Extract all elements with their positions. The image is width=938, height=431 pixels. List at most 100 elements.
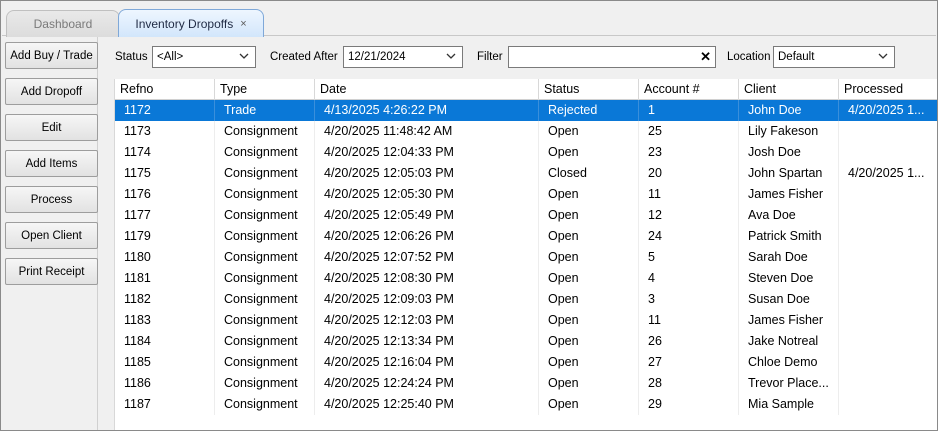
table-row[interactable]: 1180 Consignment 4/20/2025 12:07:52 PM Open… xyxy=(115,247,937,268)
tab-inventory-dropoffs[interactable]: Inventory Dropoffs × xyxy=(118,9,264,37)
app-window: Dashboard Inventory Dropoffs × Add Buy /… xyxy=(0,0,938,431)
table-row[interactable]: 1186 Consignment 4/20/2025 12:24:24 PM Open… xyxy=(115,373,937,394)
cell-status: Open xyxy=(539,268,639,289)
print-receipt-button[interactable]: Print Receipt xyxy=(5,258,98,285)
status-label: Status xyxy=(115,51,148,63)
cell-account: 20 xyxy=(639,163,739,184)
cell-processed xyxy=(839,142,937,163)
cell-account: 23 xyxy=(639,142,739,163)
cell-status: Open xyxy=(539,289,639,310)
cell-status: Open xyxy=(539,247,639,268)
add-dropoff-label: Add Dropoff xyxy=(20,85,83,98)
open-client-button[interactable]: Open Client xyxy=(5,222,98,249)
table-row[interactable]: 1174 Consignment 4/20/2025 12:04:33 PM Open… xyxy=(115,142,937,163)
print-receipt-label: Print Receipt xyxy=(18,265,85,278)
grid-header: Refno Type Date Status Account # Client … xyxy=(115,79,937,100)
add-buy-trade-button[interactable]: Add Buy / Trade xyxy=(5,42,98,69)
cell-refno: 1183 xyxy=(115,310,215,331)
table-row[interactable]: 1187 Consignment 4/20/2025 12:25:40 PM Open… xyxy=(115,394,937,415)
cell-status: Open xyxy=(539,394,639,415)
cell-account: 25 xyxy=(639,121,739,142)
created-after-label: Created After xyxy=(270,51,338,63)
cell-client: Patrick Smith xyxy=(739,226,839,247)
cell-refno: 1180 xyxy=(115,247,215,268)
table-row[interactable]: 1183 Consignment 4/20/2025 12:12:03 PM Open… xyxy=(115,310,937,331)
cell-processed xyxy=(839,310,937,331)
table-row[interactable]: 1182 Consignment 4/20/2025 12:09:03 PM Open… xyxy=(115,289,937,310)
cell-refno: 1175 xyxy=(115,163,215,184)
cell-refno: 1184 xyxy=(115,331,215,352)
cell-account: 4 xyxy=(639,268,739,289)
cell-date: 4/20/2025 12:08:30 PM xyxy=(315,268,539,289)
location-value: Default xyxy=(778,51,815,63)
column-header-refno[interactable]: Refno xyxy=(115,79,215,100)
table-row[interactable]: 1172 Trade 4/13/2025 4:26:22 PM Rejected 1 Jo… xyxy=(115,100,937,121)
column-header-date[interactable]: Date xyxy=(315,79,539,100)
add-items-label: Add Items xyxy=(25,157,78,170)
cell-account: 11 xyxy=(639,310,739,331)
created-after-date-picker[interactable]: 12/21/2024 xyxy=(343,46,463,68)
column-header-type[interactable]: Type xyxy=(215,79,315,100)
column-header-client[interactable]: Client xyxy=(739,79,839,100)
chevron-down-icon xyxy=(878,53,888,59)
tab-dashboard[interactable]: Dashboard xyxy=(6,10,120,37)
location-dropdown[interactable]: Default xyxy=(773,46,895,68)
process-button[interactable]: Process xyxy=(5,186,98,213)
cell-date: 4/20/2025 12:13:34 PM xyxy=(315,331,539,352)
cell-client: John Doe xyxy=(739,100,839,121)
cell-client: Josh Doe xyxy=(739,142,839,163)
cell-account: 5 xyxy=(639,247,739,268)
table-row[interactable]: 1176 Consignment 4/20/2025 12:05:30 PM Open… xyxy=(115,184,937,205)
cell-refno: 1177 xyxy=(115,205,215,226)
cell-date: 4/20/2025 11:48:42 AM xyxy=(315,121,539,142)
cell-date: 4/20/2025 12:16:04 PM xyxy=(315,352,539,373)
table-row[interactable]: 1179 Consignment 4/20/2025 12:06:26 PM Open… xyxy=(115,226,937,247)
cell-date: 4/20/2025 12:07:52 PM xyxy=(315,247,539,268)
cell-status: Open xyxy=(539,121,639,142)
edit-button[interactable]: Edit xyxy=(5,114,98,141)
cell-account: 27 xyxy=(639,352,739,373)
cell-type: Consignment xyxy=(215,289,315,310)
column-header-status[interactable]: Status xyxy=(539,79,639,100)
action-button-column: Add Buy / Trade Add Dropoff Edit Add Ite… xyxy=(2,37,98,430)
table-row[interactable]: 1185 Consignment 4/20/2025 12:16:04 PM Open… xyxy=(115,352,937,373)
filter-input[interactable]: ✕ xyxy=(508,46,716,68)
close-icon[interactable]: × xyxy=(240,18,246,30)
cell-client: James Fisher xyxy=(739,184,839,205)
cell-client: Trevor Place... xyxy=(739,373,839,394)
column-header-account[interactable]: Account # xyxy=(639,79,739,100)
add-items-button[interactable]: Add Items xyxy=(5,150,98,177)
filter-bar: Status <All> Created After 12/21/2024 Fi… xyxy=(99,37,937,77)
cell-refno: 1186 xyxy=(115,373,215,394)
tab-inventory-dropoffs-label: Inventory Dropoffs xyxy=(135,16,234,31)
cell-client: James Fisher xyxy=(739,310,839,331)
cell-client: Lily Fakeson xyxy=(739,121,839,142)
table-row[interactable]: 1184 Consignment 4/20/2025 12:13:34 PM Open… xyxy=(115,331,937,352)
table-row[interactable]: 1177 Consignment 4/20/2025 12:05:49 PM Open… xyxy=(115,205,937,226)
status-dropdown[interactable]: <All> xyxy=(152,46,256,68)
table-row[interactable]: 1181 Consignment 4/20/2025 12:08:30 PM Open… xyxy=(115,268,937,289)
cell-date: 4/20/2025 12:06:26 PM xyxy=(315,226,539,247)
clear-filter-icon[interactable]: ✕ xyxy=(700,49,711,65)
cell-client: Susan Doe xyxy=(739,289,839,310)
cell-type: Consignment xyxy=(215,163,315,184)
add-buy-trade-label: Add Buy / Trade xyxy=(10,49,93,62)
add-dropoff-button[interactable]: Add Dropoff xyxy=(5,78,98,105)
column-header-processed[interactable]: Processed xyxy=(839,79,937,100)
cell-processed xyxy=(839,184,937,205)
table-row[interactable]: 1173 Consignment 4/20/2025 11:48:42 AM Open… xyxy=(115,121,937,142)
cell-refno: 1185 xyxy=(115,352,215,373)
cell-type: Consignment xyxy=(215,121,315,142)
table-row[interactable]: 1175 Consignment 4/20/2025 12:05:03 PM Clos… xyxy=(115,163,937,184)
cell-client: Mia Sample xyxy=(739,394,839,415)
cell-type: Consignment xyxy=(215,226,315,247)
created-after-value: 12/21/2024 xyxy=(348,51,406,63)
cell-processed xyxy=(839,226,937,247)
cell-account: 11 xyxy=(639,184,739,205)
cell-processed xyxy=(839,268,937,289)
cell-type: Consignment xyxy=(215,331,315,352)
cell-status: Open xyxy=(539,352,639,373)
cell-account: 28 xyxy=(639,373,739,394)
cell-processed xyxy=(839,373,937,394)
status-value: <All> xyxy=(157,51,184,63)
